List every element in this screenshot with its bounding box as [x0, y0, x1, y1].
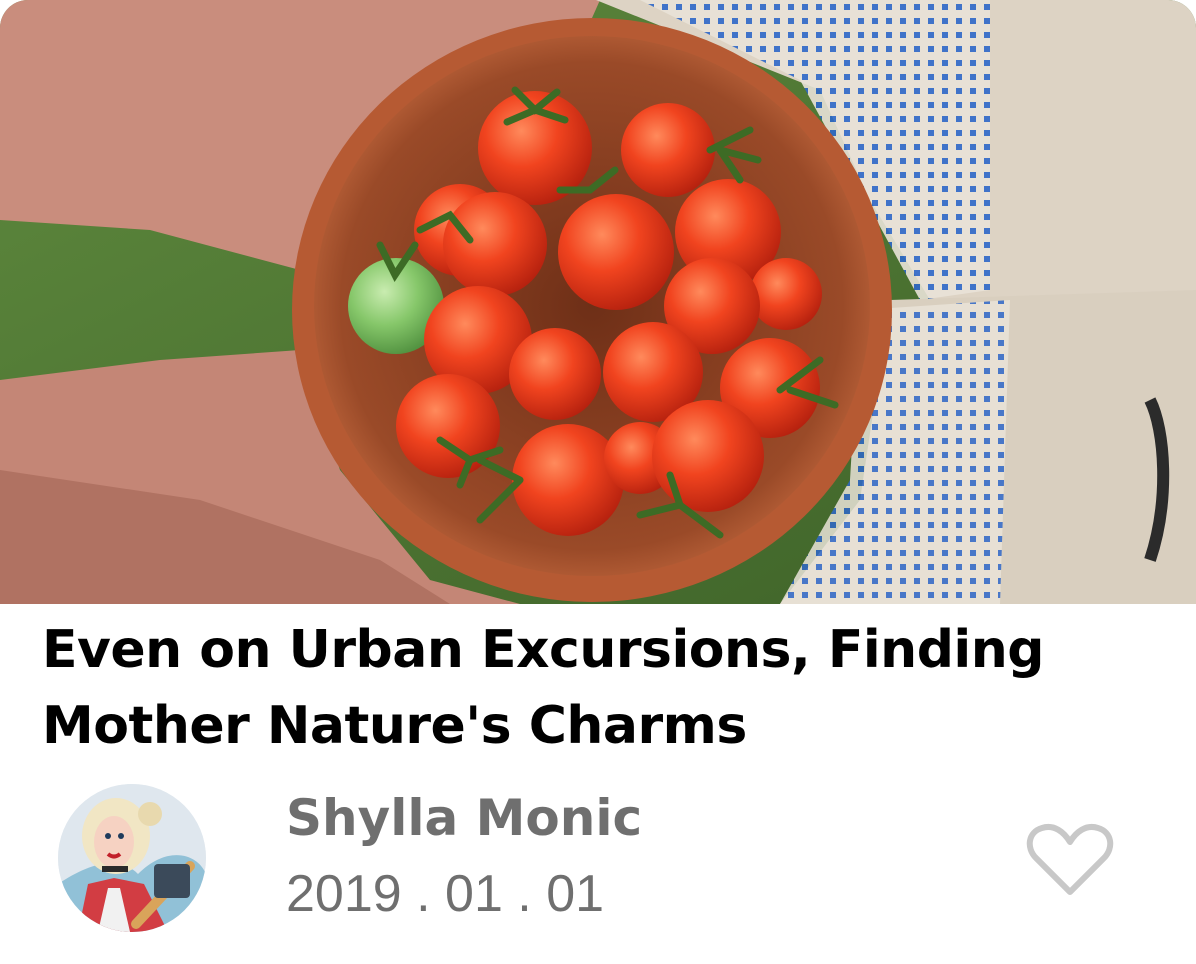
- avatar[interactable]: [58, 784, 206, 932]
- author-name[interactable]: Shylla Monic: [286, 786, 642, 850]
- hero-image[interactable]: [0, 0, 1196, 604]
- heart-outline-icon: [1026, 824, 1114, 895]
- like-button[interactable]: [1024, 820, 1116, 900]
- publish-date: 2019 . 01 . 01: [286, 865, 605, 923]
- article-title[interactable]: Even on Urban Excursions, Finding Mother…: [42, 612, 1162, 764]
- article-card[interactable]: Even on Urban Excursions, Finding Mother…: [0, 0, 1196, 964]
- avatar-illustration: [58, 784, 206, 932]
- tomato-bowl-photo: [0, 0, 1196, 604]
